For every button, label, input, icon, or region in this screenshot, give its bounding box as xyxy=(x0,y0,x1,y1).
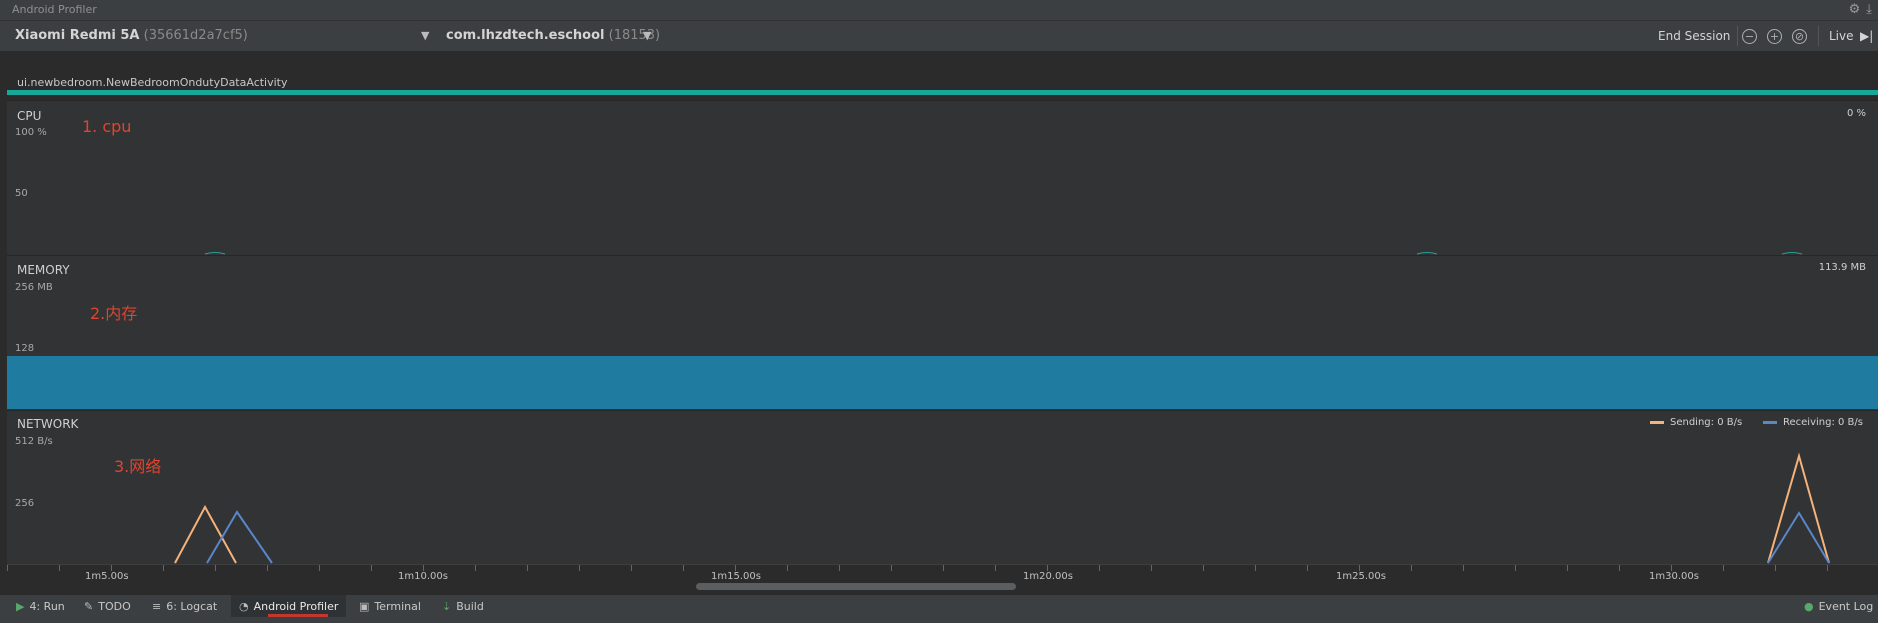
timeline-axis[interactable]: 1m5.00s 1m10.00s 1m15.00s 1m20.00s 1m25.… xyxy=(7,564,1878,595)
logcat-icon: ≡ xyxy=(152,600,162,613)
cpu-trace-blip xyxy=(1416,252,1438,255)
cpu-trace-blip xyxy=(204,252,226,255)
profiler-icon: ◔ xyxy=(239,600,249,613)
status-bar xyxy=(0,617,1878,623)
cpu-trace-blip xyxy=(1781,252,1803,255)
network-sending-trace xyxy=(174,504,237,564)
tab-build[interactable]: ⇣ Build xyxy=(442,595,484,618)
build-icon: ⇣ xyxy=(442,600,452,613)
timeline-label: 1m5.00s xyxy=(85,571,129,582)
event-log-label: Event Log xyxy=(1818,600,1874,613)
tab-todo-label: TODO xyxy=(98,600,131,613)
timeline-label: 1m10.00s xyxy=(398,571,448,582)
tab-terminal[interactable]: ▣ Terminal xyxy=(359,595,421,618)
monitor-traces xyxy=(174,252,1830,564)
tab-logcat[interactable]: ≡ 6: Logcat xyxy=(152,595,217,618)
timeline-label: 1m15.00s xyxy=(711,571,761,582)
network-receiving-trace xyxy=(1767,511,1830,564)
tab-build-label: Build xyxy=(456,600,484,613)
timeline-label: 1m25.00s xyxy=(1336,571,1386,582)
tab-run-label: 4: Run xyxy=(29,600,65,613)
tab-terminal-label: Terminal xyxy=(374,600,421,613)
timeline-scrollbar[interactable] xyxy=(696,583,1016,590)
event-log-icon: ● xyxy=(1804,600,1814,613)
event-log-button[interactable]: ● Event Log xyxy=(1804,595,1873,618)
terminal-icon: ▣ xyxy=(359,600,370,613)
android-profiler-window: Android Profiler ⚙ ⤓ Xiaomi Redmi 5A (35… xyxy=(0,0,1878,623)
timeline-label: 1m30.00s xyxy=(1649,571,1699,582)
run-icon: ▶ xyxy=(16,600,25,613)
network-receiving-trace xyxy=(206,510,273,564)
todo-icon: ✎ xyxy=(84,600,94,613)
tab-logcat-label: 6: Logcat xyxy=(166,600,218,613)
tab-run[interactable]: ▶ 4: Run xyxy=(16,595,65,618)
tab-todo[interactable]: ✎ TODO xyxy=(84,595,131,618)
timeline-label: 1m20.00s xyxy=(1023,571,1073,582)
